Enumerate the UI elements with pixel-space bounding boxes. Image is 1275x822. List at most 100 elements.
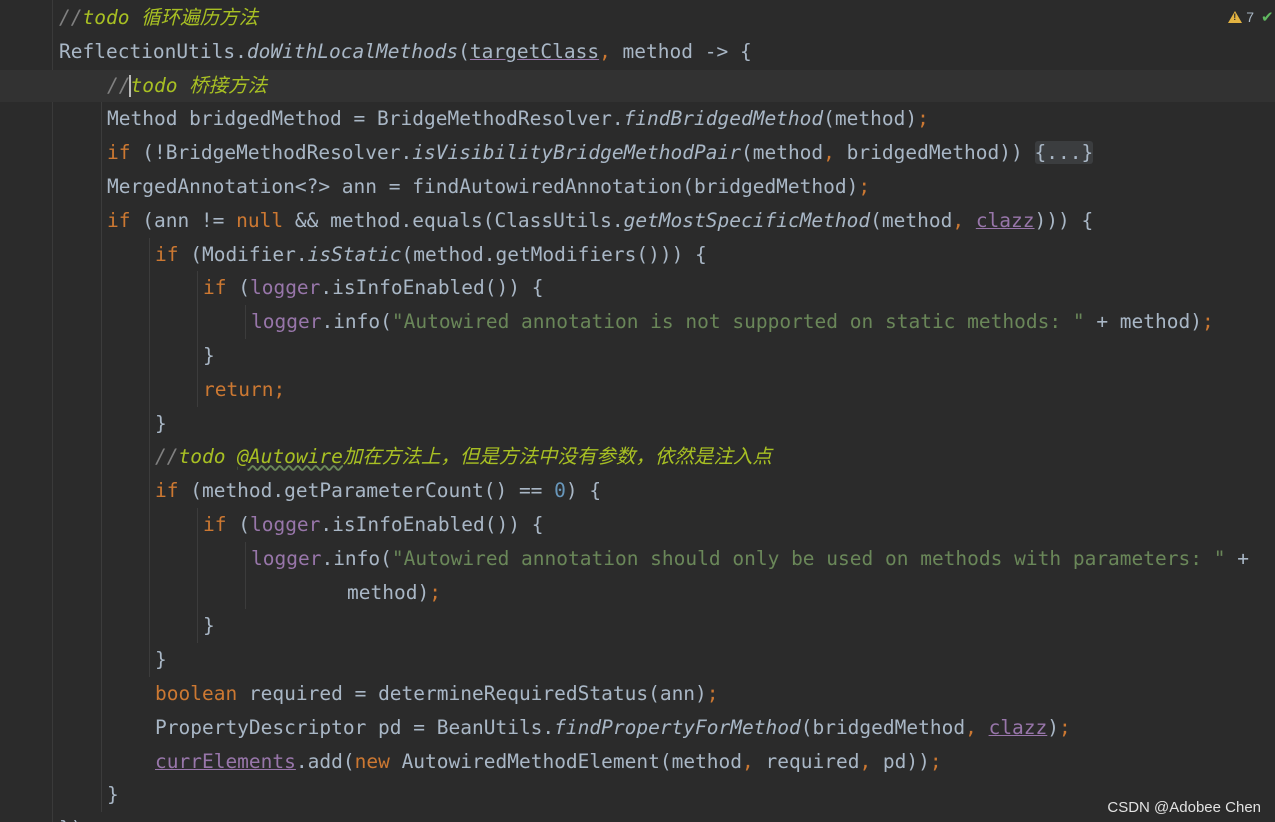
code-token: if: [155, 242, 179, 266]
indent-guide: [245, 305, 246, 339]
code-token: ,: [952, 208, 976, 232]
code-token: logger: [249, 513, 321, 536]
code-token: + method): [1084, 310, 1202, 334]
code-token: (method.getParameterCount() ==: [178, 479, 555, 503]
code-line[interactable]: if (ann != null && method.equals(ClassUt…: [107, 204, 1093, 238]
code-line[interactable]: method);: [347, 576, 441, 610]
code-token: && method.equals(ClassUtils.: [283, 208, 624, 232]
code-line[interactable]: }: [155, 407, 167, 441]
code-line[interactable]: currElements.add(new AutowiredMethodElem…: [155, 745, 942, 779]
code-token: //: [107, 73, 131, 97]
code-line[interactable]: }: [107, 778, 119, 812]
code-token: (method: [870, 208, 953, 232]
code-line[interactable]: }: [203, 609, 215, 643]
code-token: }: [155, 648, 167, 672]
code-token: findPropertyForMethod: [554, 715, 801, 739]
code-token: @Autowire: [237, 445, 343, 469]
code-token: (: [226, 276, 250, 300]
code-token: 加在方法上，但是方法中没有参数，依然是注入点: [342, 445, 772, 469]
code-token: if: [203, 513, 227, 536]
code-token: .isInfoEnabled()) {: [320, 513, 544, 536]
code-token: (Modifier.: [178, 242, 308, 266]
code-line[interactable]: logger.info("Autowired annotation should…: [251, 542, 1249, 576]
code-token: });: [59, 817, 94, 822]
code-token: if: [107, 141, 131, 165]
code-token: logger: [249, 276, 321, 300]
code-token: boolean: [155, 682, 238, 705]
code-line[interactable]: if (!BridgeMethodResolver.isVisibilityBr…: [107, 136, 1094, 170]
code-token: ,: [823, 141, 847, 165]
code-line[interactable]: logger.info("Autowired annotation is not…: [251, 305, 1214, 339]
code-line[interactable]: Method bridgedMethod = BridgeMethodResol…: [107, 102, 929, 136]
indent-guide: [197, 271, 198, 407]
code-token: isStatic: [307, 242, 402, 266]
code-line[interactable]: boolean required = determineRequiredStat…: [155, 677, 719, 711]
code-token: ;: [917, 107, 929, 131]
code-token: clazz: [975, 208, 1035, 232]
code-line[interactable]: if (logger.isInfoEnabled()) {: [203, 271, 543, 305]
warning-count: 7: [1246, 9, 1254, 25]
code-token: }: [203, 344, 215, 367]
code-token: (!BridgeMethodResolver.: [130, 141, 413, 165]
code-token: //: [155, 445, 179, 469]
code-token: }: [107, 783, 119, 807]
code-token: AutowiredMethodElement(method: [389, 749, 743, 773]
code-token: ;: [1059, 715, 1071, 739]
code-line[interactable]: MergedAnnotation<?> ann = findAutowiredA…: [107, 170, 870, 204]
code-line[interactable]: ReflectionUtils.doWithLocalMethods(targe…: [59, 35, 752, 69]
code-token: method -> {: [622, 39, 752, 63]
code-line[interactable]: }: [203, 339, 215, 373]
code-token: "Autowired annotation should only be use…: [391, 546, 1226, 570]
code-token: .info(: [321, 310, 392, 334]
checkmark-icon: ✔: [1261, 9, 1273, 26]
code-token: ) {: [565, 479, 602, 503]
code-token: //: [59, 6, 83, 29]
code-token: ))) {: [1034, 208, 1094, 232]
code-token: todo: [178, 445, 238, 469]
code-token: pd)): [882, 749, 930, 773]
code-token: if: [155, 479, 179, 503]
code-line[interactable]: if (Modifier.isStatic(method.getModifier…: [155, 238, 707, 272]
code-token: ;: [429, 580, 441, 604]
code-token: .add(: [295, 749, 355, 773]
code-token: .isInfoEnabled()) {: [320, 276, 544, 300]
code-token: if: [203, 276, 227, 300]
indent-guide: [101, 102, 102, 813]
code-line[interactable]: if (logger.isInfoEnabled()) {: [203, 508, 543, 542]
code-token: null: [236, 208, 284, 232]
folded-code-button[interactable]: {...}: [1034, 141, 1094, 165]
code-token: ,: [742, 749, 766, 773]
code-token: targetClass: [469, 39, 600, 63]
code-token: ;: [706, 682, 719, 705]
code-token: ,: [859, 749, 883, 773]
code-token: }: [155, 411, 167, 435]
code-token: ;: [929, 749, 942, 773]
code-token: return;: [203, 377, 286, 401]
code-token: currElements: [155, 749, 296, 773]
code-token: (method): [823, 107, 918, 131]
code-token: (: [226, 513, 250, 536]
code-line[interactable]: //todo 循环遍历方法: [59, 1, 258, 35]
code-line[interactable]: if (method.getParameterCount() == 0) {: [155, 474, 601, 508]
code-line[interactable]: PropertyDescriptor pd = BeanUtils.findPr…: [155, 711, 1071, 745]
code-token: Method bridgedMethod = BridgeMethodResol…: [107, 107, 624, 131]
code-token: todo 循环遍历方法: [82, 6, 259, 29]
code-token: (method: [740, 141, 824, 165]
code-token: 0: [554, 479, 566, 503]
code-token: (bridgedMethod: [800, 715, 966, 739]
code-line[interactable]: return;: [203, 373, 285, 407]
code-token: findBridgedMethod: [623, 107, 824, 131]
code-line[interactable]: }: [155, 643, 167, 677]
code-token: logger: [251, 546, 322, 570]
indent-guide: [197, 508, 198, 644]
warning-triangle-icon: [1228, 11, 1243, 23]
code-token: required: [765, 749, 860, 773]
code-token: .info(: [321, 546, 392, 570]
code-line[interactable]: //todo 桥接方法: [107, 69, 267, 103]
code-token: MergedAnnotation<?> ann = findAutowiredA…: [107, 175, 859, 198]
indent-guide: [149, 237, 150, 677]
code-line[interactable]: //todo @Autowire加在方法上，但是方法中没有参数，依然是注入点: [155, 440, 772, 474]
code-line[interactable]: });: [59, 812, 94, 822]
inspection-status[interactable]: 7 ✔: [1228, 5, 1275, 29]
code-editor[interactable]: //todo 循环遍历方法 ReflectionUtils.doWithLocal…: [0, 0, 1275, 822]
